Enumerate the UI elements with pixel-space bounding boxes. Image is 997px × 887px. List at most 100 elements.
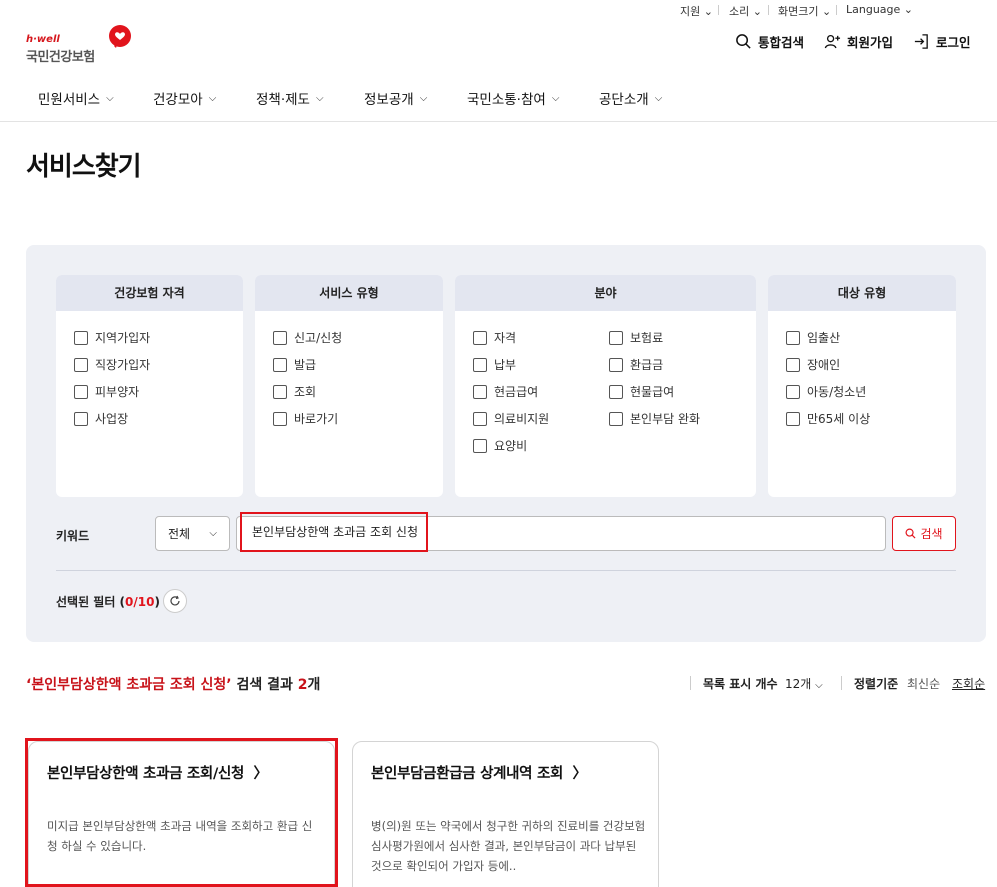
gnb-about[interactable]: 공단소개 ⌵ — [599, 88, 662, 108]
checkbox-copay-relief[interactable]: 본인부담 완화 — [609, 410, 700, 427]
chevron-down-icon: ⌵ — [208, 92, 217, 104]
login-button[interactable]: 로그인 — [913, 32, 971, 51]
checkbox-qualification[interactable]: 자격 — [473, 329, 516, 346]
integrated-search-button[interactable]: 통합검색 — [735, 32, 804, 51]
checkbox-box[interactable] — [473, 384, 487, 399]
checkbox-box[interactable] — [609, 411, 623, 426]
search-button-label: 검색 — [920, 527, 943, 541]
gnb-health-moa[interactable]: 건강모아 ⌵ — [153, 88, 216, 108]
result-card-description: 병(의)원 또는 약국에서 청구한 귀하의 진료비를 건강보험심사평가원에서 심… — [371, 819, 646, 873]
utility-divider — [718, 5, 719, 15]
checkbox-pregnancy[interactable]: 임출산 — [786, 329, 840, 346]
heart-logo-icon — [109, 25, 131, 48]
checkbox-box[interactable] — [786, 357, 800, 372]
keyword-label: 키워드 — [56, 529, 90, 543]
checkbox-box[interactable] — [786, 330, 800, 345]
utility-sound[interactable]: 소리 ⌄ — [729, 3, 762, 19]
utility-bar: 지원 ⌄ 소리 ⌄ 화면크기 ⌄ Language ⌄ — [0, 0, 997, 20]
checkbox-workplace-subscriber[interactable]: 직장가입자 — [74, 356, 150, 373]
options-divider — [690, 676, 691, 690]
options-divider — [841, 676, 842, 690]
checkbox-box[interactable] — [273, 357, 287, 372]
gnb-info-disclosure[interactable]: 정보공개 ⌵ — [364, 88, 427, 108]
chevron-down-icon: ⌵ — [815, 680, 823, 691]
checkbox-box[interactable] — [74, 357, 88, 372]
filter-eligibility-title: 건강보험 자격 — [56, 275, 243, 311]
filter-field-title: 분야 — [455, 275, 756, 311]
chevron-down-icon: ⌵ — [419, 92, 428, 104]
checkbox-box[interactable] — [609, 384, 623, 399]
login-icon — [914, 34, 928, 49]
chevron-right-icon: 〉 — [567, 766, 588, 782]
sort-latest[interactable]: 최신순 — [907, 675, 940, 692]
utility-zoom[interactable]: 화면크기 ⌄ — [778, 3, 831, 19]
checkbox-shortcut[interactable]: 바로가기 — [273, 410, 338, 427]
checkbox-refund[interactable]: 환급금 — [609, 356, 663, 373]
utility-divider — [836, 5, 837, 15]
checkbox-premium[interactable]: 보험료 — [609, 329, 663, 346]
checkbox-disabled[interactable]: 장애인 — [786, 356, 840, 373]
result-card[interactable]: 본인부담금환급금 상계내역 조회 〉 병(의)원 또는 약국에서 청구한 귀하의… — [352, 741, 659, 887]
checkbox-box[interactable] — [786, 411, 800, 426]
selected-filter-count: 0/10 — [125, 595, 155, 609]
filter-target: 대상 유형 임출산 장애인 아동/청소년 만65세 이상 — [768, 275, 956, 497]
checkbox-box[interactable] — [74, 330, 88, 345]
checkbox-in-kind-benefit[interactable]: 현물급여 — [609, 383, 674, 400]
checkbox-youth[interactable]: 아동/청소년 — [786, 383, 866, 400]
utility-language[interactable]: Language ⌄ — [846, 3, 913, 16]
checkbox-cash-benefit[interactable]: 현금급여 — [473, 383, 538, 400]
checkbox-issue[interactable]: 발급 — [273, 356, 316, 373]
filter-target-title: 대상 유형 — [768, 275, 956, 311]
checkbox-senior[interactable]: 만65세 이상 — [786, 410, 870, 427]
login-label: 로그인 — [936, 35, 971, 50]
result-query: 본인부담상한액 초과금 조회 신청 — [31, 677, 227, 693]
sort-label: 정렬기준 — [854, 677, 899, 691]
checkbox-dependent[interactable]: 피부양자 — [74, 383, 139, 400]
search-button[interactable]: 검색 — [892, 516, 956, 551]
page-size-select[interactable]: 12개 ⌵ — [785, 675, 823, 692]
chevron-down-icon: ⌵ — [654, 92, 663, 104]
checkbox-box[interactable] — [74, 384, 88, 399]
checkbox-report-apply[interactable]: 신고/신청 — [273, 329, 342, 346]
checkbox-medical-support[interactable]: 의료비지원 — [473, 410, 549, 427]
chevron-down-icon: ⌵ — [315, 92, 324, 104]
result-count: 2 — [297, 677, 308, 693]
utility-divider — [768, 5, 769, 15]
filter-eligibility: 건강보험 자격 지역가입자 직장가입자 피부양자 사업장 — [56, 275, 243, 497]
checkbox-payment[interactable]: 납부 — [473, 356, 516, 373]
sort-views[interactable]: 조회순 — [952, 675, 985, 692]
keyword-input-value[interactable]: 본인부담상한액 초과금 조회 신청 — [240, 512, 428, 552]
gnb-civil-service[interactable]: 민원서비스 ⌵ — [38, 88, 114, 108]
page-size-label: 목록 표시 개수 — [703, 677, 778, 691]
logo-tagline: h·well — [26, 34, 60, 45]
checkbox-care-cost[interactable]: 요양비 — [473, 437, 527, 454]
reset-filter-button[interactable] — [163, 589, 187, 613]
checkbox-box[interactable] — [273, 411, 287, 426]
utility-support[interactable]: 지원 ⌄ — [680, 3, 713, 19]
checkbox-box[interactable] — [74, 411, 88, 426]
page-title: 서비스찾기 — [26, 152, 142, 182]
keyword-scope-select[interactable]: 전체 ⌵ — [155, 516, 230, 551]
checkbox-box[interactable] — [473, 330, 487, 345]
checkbox-box[interactable] — [473, 438, 487, 453]
checkbox-local-subscriber[interactable]: 지역가입자 — [74, 329, 150, 346]
checkbox-inquiry[interactable]: 조회 — [273, 383, 316, 400]
checkbox-box[interactable] — [786, 384, 800, 399]
checkbox-box[interactable] — [609, 357, 623, 372]
signup-button[interactable]: 회원가입 — [824, 32, 893, 51]
checkbox-box[interactable] — [473, 411, 487, 426]
gnb-communication[interactable]: 국민소통·참여 ⌵ — [467, 88, 559, 108]
result-card-title: 본인부담금환급금 상계내역 조회 〉 — [371, 766, 588, 782]
refresh-icon — [170, 595, 180, 606]
checkbox-box[interactable] — [273, 330, 287, 345]
checkbox-box[interactable] — [609, 330, 623, 345]
checkbox-workplace[interactable]: 사업장 — [74, 410, 128, 427]
checkbox-box[interactable] — [273, 384, 287, 399]
signup-label: 회원가입 — [847, 35, 894, 50]
logo-name: 국민건강보험 — [26, 50, 95, 65]
nhis-logo[interactable]: h·well 국민건강보험 — [26, 24, 136, 65]
gnb-policy[interactable]: 정책·제도 ⌵ — [256, 88, 324, 108]
highlight-box — [25, 738, 338, 887]
user-add-icon — [824, 34, 841, 49]
checkbox-box[interactable] — [473, 357, 487, 372]
